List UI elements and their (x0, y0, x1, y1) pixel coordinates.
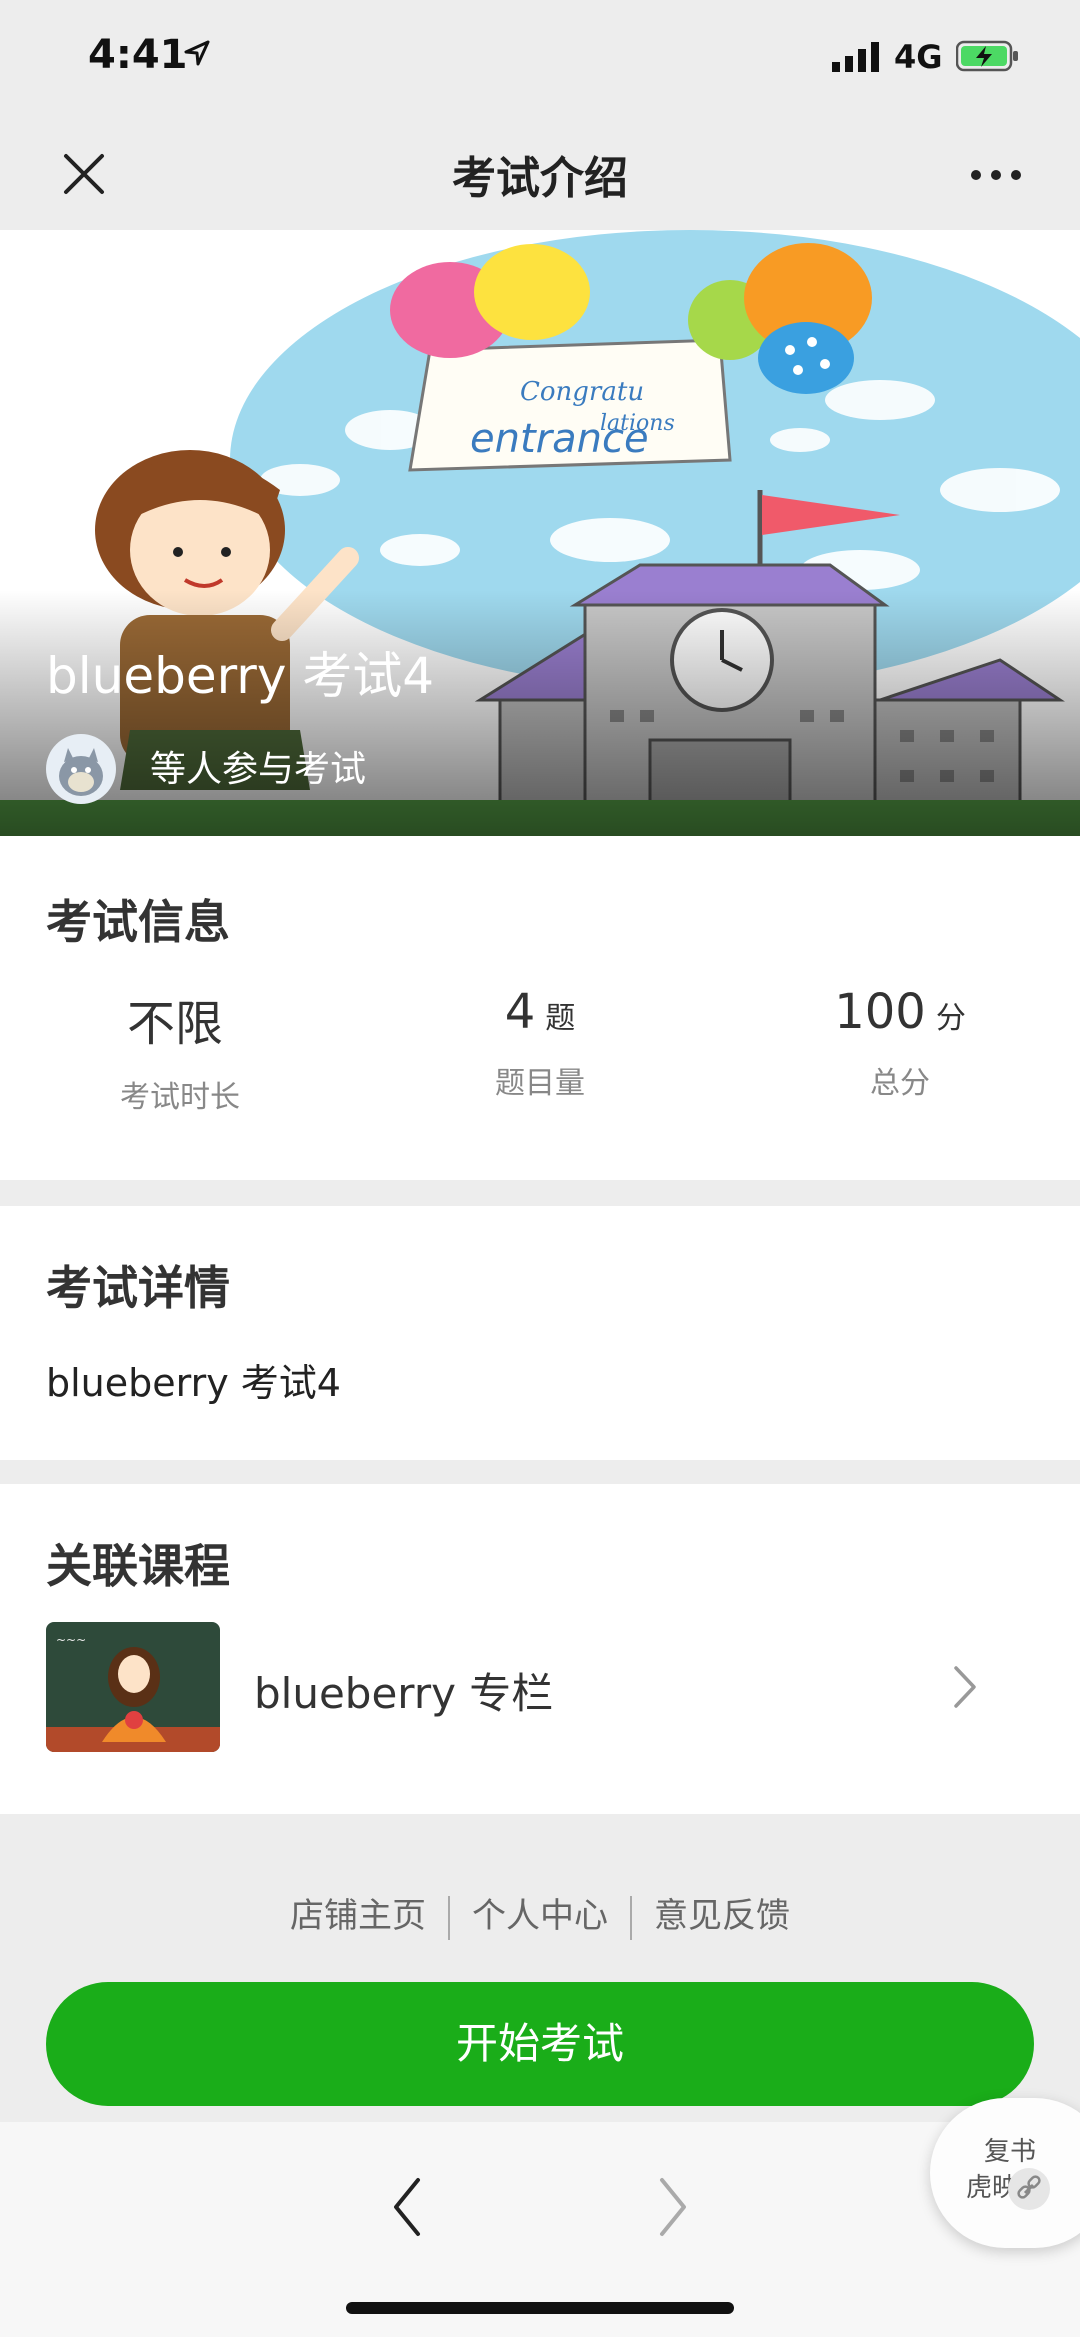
exam-details-section: 考试详情 blueberry 考试4 (0, 1206, 1080, 1460)
course-thumbnail-image: ~~~ (46, 1622, 220, 1752)
floating-widget-line: 复书 (984, 2137, 1037, 2167)
footer-links: 店铺主页 个人中心 意见反馈 (0, 1888, 1080, 1940)
start-exam-button[interactable]: 开始考试 (46, 1982, 1034, 2106)
exam-cover-banner: Congratu lations entrance blueberry 考试4 … (0, 230, 1080, 836)
stat-label: 总分 (870, 1066, 930, 1101)
signal-strength-icon (832, 42, 879, 72)
battery-charging-icon (956, 40, 1018, 72)
stat-unit: 题 (545, 1001, 576, 1036)
section-title: 关联课程 (46, 1539, 230, 1593)
home-indicator (346, 2302, 734, 2314)
floating-widget[interactable]: 复书 虎映 (930, 2098, 1080, 2248)
footer-link-store-home[interactable]: 店铺主页 (268, 1896, 448, 1936)
footer-link-personal-center[interactable]: 个人中心 (450, 1896, 630, 1936)
location-arrow-icon (184, 40, 210, 66)
more-options-icon[interactable] (966, 150, 1026, 200)
chevron-right-icon (954, 1666, 976, 1708)
stat-unit: 分 (935, 1001, 966, 1036)
stat-label: 考试时长 (120, 1080, 240, 1115)
stat-value: 100 (834, 984, 926, 1040)
stat-question-count: 4题 题目量 (390, 984, 690, 1102)
footer-link-feedback[interactable]: 意见反馈 (632, 1896, 812, 1936)
stat-total-score: 100 分 总分 (750, 984, 1050, 1102)
link-icon (1008, 2168, 1050, 2210)
exam-title: blueberry 考试4 (46, 647, 435, 705)
network-type: 4G (894, 38, 943, 76)
related-course-item[interactable]: ~~~ blueberry 专栏 (0, 1622, 1080, 1752)
svg-text:Congratu: Congratu (520, 377, 644, 407)
exam-info-section: 考试信息 不限 考试时长 4题 题目量 100 分 总分 (0, 836, 1080, 1180)
stat-label: 题目量 (495, 1066, 585, 1101)
participants-text: 等人参与考试 (150, 749, 367, 790)
forward-arrow-icon[interactable] (652, 2172, 692, 2242)
stat-value: 不限 (126, 996, 223, 1052)
course-name: blueberry 专栏 (254, 1669, 554, 1718)
exam-detail-text: blueberry 考试4 (46, 1361, 341, 1405)
status-time: 4:41 (88, 32, 188, 78)
navigation-bar: 考试介绍 (0, 120, 1080, 230)
stat-value: 4 (504, 984, 536, 1040)
status-bar: 4:41 4G (0, 0, 1080, 120)
svg-text:entrance: entrance (470, 416, 649, 462)
section-title: 考试详情 (46, 1261, 230, 1315)
avatar (46, 734, 116, 804)
section-title: 考试信息 (46, 895, 230, 949)
participant-avatar-icon (59, 748, 103, 796)
back-arrow-icon[interactable] (388, 2172, 428, 2242)
page-title: 考试介绍 (452, 153, 628, 204)
course-thumbnail: ~~~ (46, 1622, 220, 1752)
svg-text:~~~: ~~~ (56, 1633, 86, 1647)
stat-duration: 不限 考试时长 (30, 984, 330, 1116)
